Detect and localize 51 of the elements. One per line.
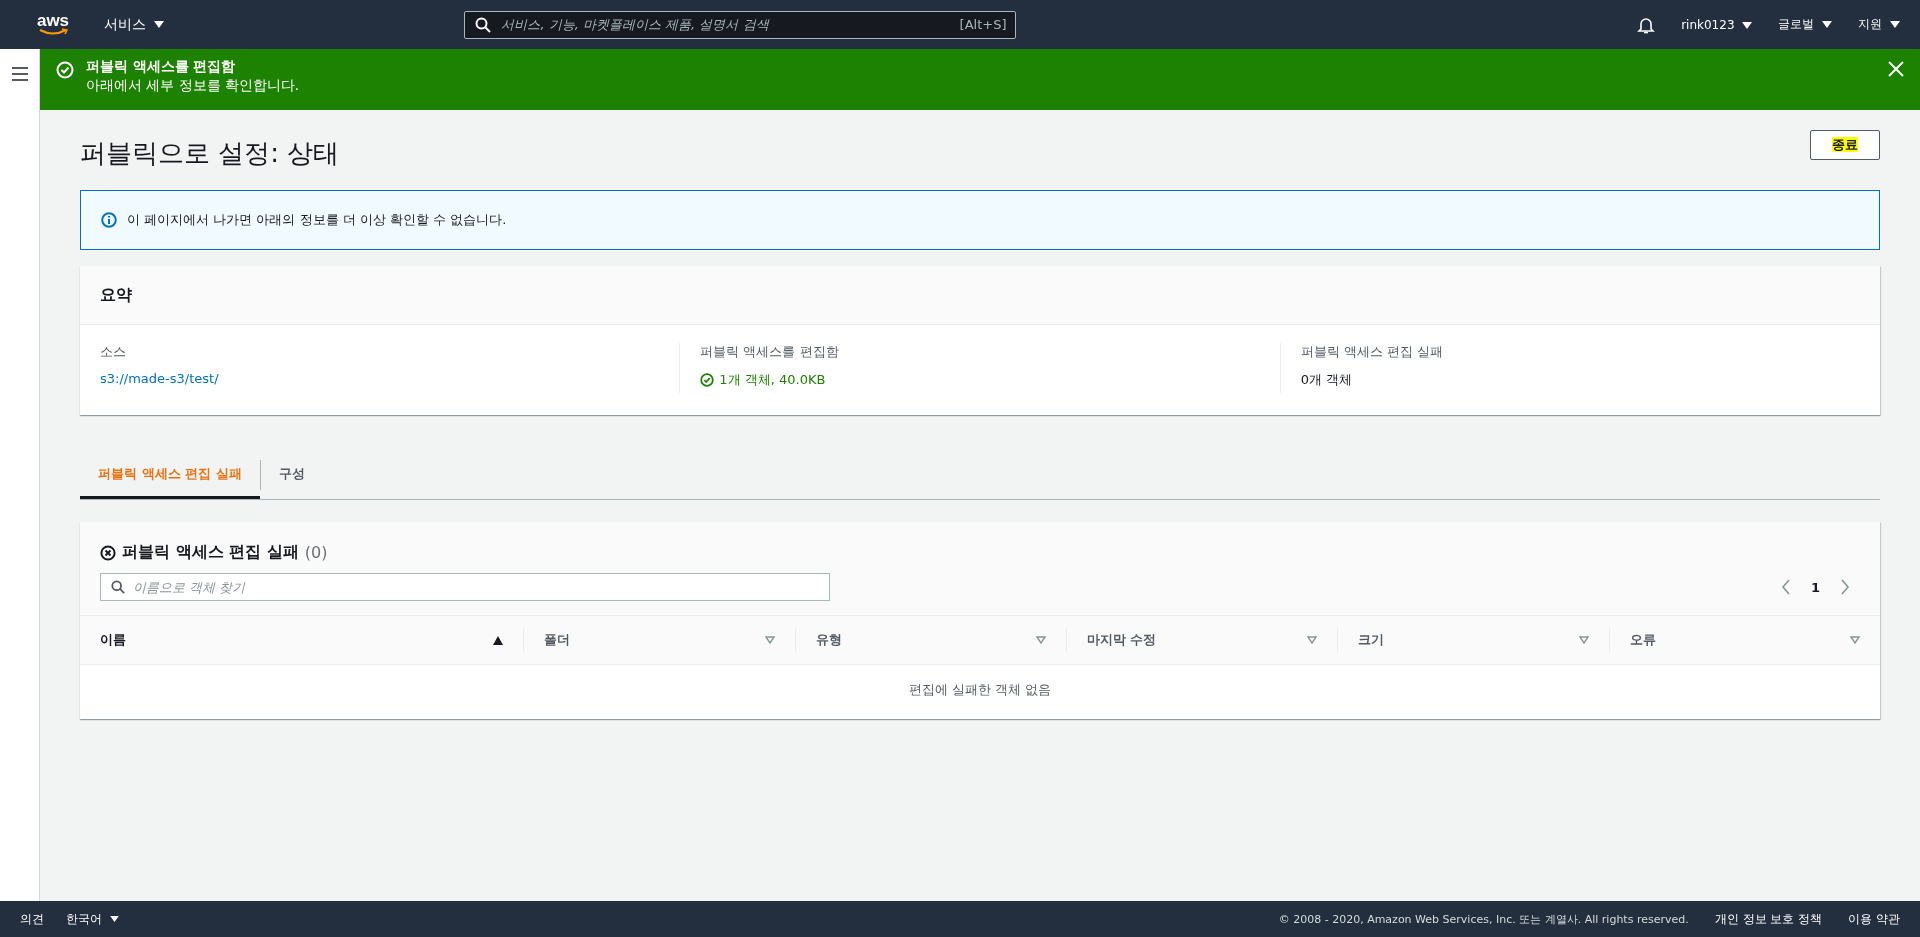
search-icon xyxy=(475,16,492,33)
tab[interactable]: 구성 xyxy=(260,451,323,499)
table-count: (0) xyxy=(304,543,328,562)
caret-icon xyxy=(1822,21,1833,28)
page-number[interactable]: 1 xyxy=(1810,579,1820,595)
menu-icon[interactable] xyxy=(11,67,28,81)
copyright-text: © 2008 - 2020, Amazon Web Services, Inc. 또는 계열사. All rights reserved. xyxy=(1278,911,1689,927)
summary-label: 퍼블릭 액세스를 편집함 xyxy=(700,343,840,361)
services-menu[interactable]: 서비스 xyxy=(104,15,165,34)
shortcut-hint: [Alt+S] xyxy=(959,16,1007,32)
feedback-link[interactable]: 의견 xyxy=(20,910,44,928)
empty-message: 편집에 실패한 객체 없음 xyxy=(80,665,1880,719)
info-text: 이 페이지에서 나가면 아래의 정보를 더 이상 확인할 수 없습니다. xyxy=(127,211,507,229)
error-circle-icon xyxy=(100,544,116,561)
caret-icon xyxy=(154,21,165,28)
terms-link[interactable]: 이용 약관 xyxy=(1848,910,1900,928)
column-header[interactable]: 오류 xyxy=(1608,628,1880,652)
bell-icon[interactable] xyxy=(1637,15,1656,34)
column-header[interactable]: 유형 xyxy=(794,628,1066,652)
aws-logo[interactable]: aws xyxy=(36,13,70,36)
privacy-link[interactable]: 개인 정보 보호 정책 xyxy=(1714,910,1823,928)
account-menu[interactable]: rink0123 xyxy=(1681,17,1753,32)
language-menu[interactable]: 한국어 xyxy=(66,910,119,928)
table-title: 퍼블릭 액세스 편집 실패 xyxy=(122,542,299,563)
column-header[interactable]: 크기 xyxy=(1337,628,1609,652)
info-icon xyxy=(101,212,117,228)
search-icon xyxy=(111,580,125,594)
filter-field[interactable]: 이름으로 객체 찾기 xyxy=(100,573,830,601)
region-menu[interactable]: 글로벌 xyxy=(1778,16,1833,33)
close-button[interactable]: 종료 xyxy=(1810,130,1880,160)
page-title: 퍼블릭으로 설정: 상태 xyxy=(80,137,340,170)
summary-value: 0개 객체 xyxy=(1300,371,1354,389)
banner-message: 아래에서 세부 정보를 확인합니다. xyxy=(86,76,300,95)
close-icon[interactable] xyxy=(1888,61,1904,77)
column-header[interactable]: 이름 xyxy=(80,628,524,652)
check-circle-icon xyxy=(700,373,715,387)
support-menu[interactable]: 지원 xyxy=(1858,16,1900,33)
summary-value: 1개 객체, 40.0KB xyxy=(719,371,826,389)
chevron-left-icon[interactable] xyxy=(1780,579,1791,595)
summary-label: 소스 xyxy=(100,343,127,361)
summary-label: 퍼블릭 액세스 편집 실패 xyxy=(1300,343,1445,361)
column-header[interactable]: 폴더 xyxy=(523,628,795,652)
chevron-right-icon[interactable] xyxy=(1840,579,1850,595)
check-circle-icon xyxy=(56,61,74,79)
caret-icon xyxy=(1890,21,1900,28)
banner-title: 퍼블릭 액세스를 편집함 xyxy=(86,57,237,76)
caret-icon xyxy=(109,916,119,922)
column-header[interactable]: 마지막 수정 xyxy=(1065,628,1338,652)
source-link[interactable]: s3://made-s3/test/ xyxy=(100,371,219,386)
summary-title: 요약 xyxy=(100,284,132,306)
caret-icon xyxy=(1742,21,1753,29)
